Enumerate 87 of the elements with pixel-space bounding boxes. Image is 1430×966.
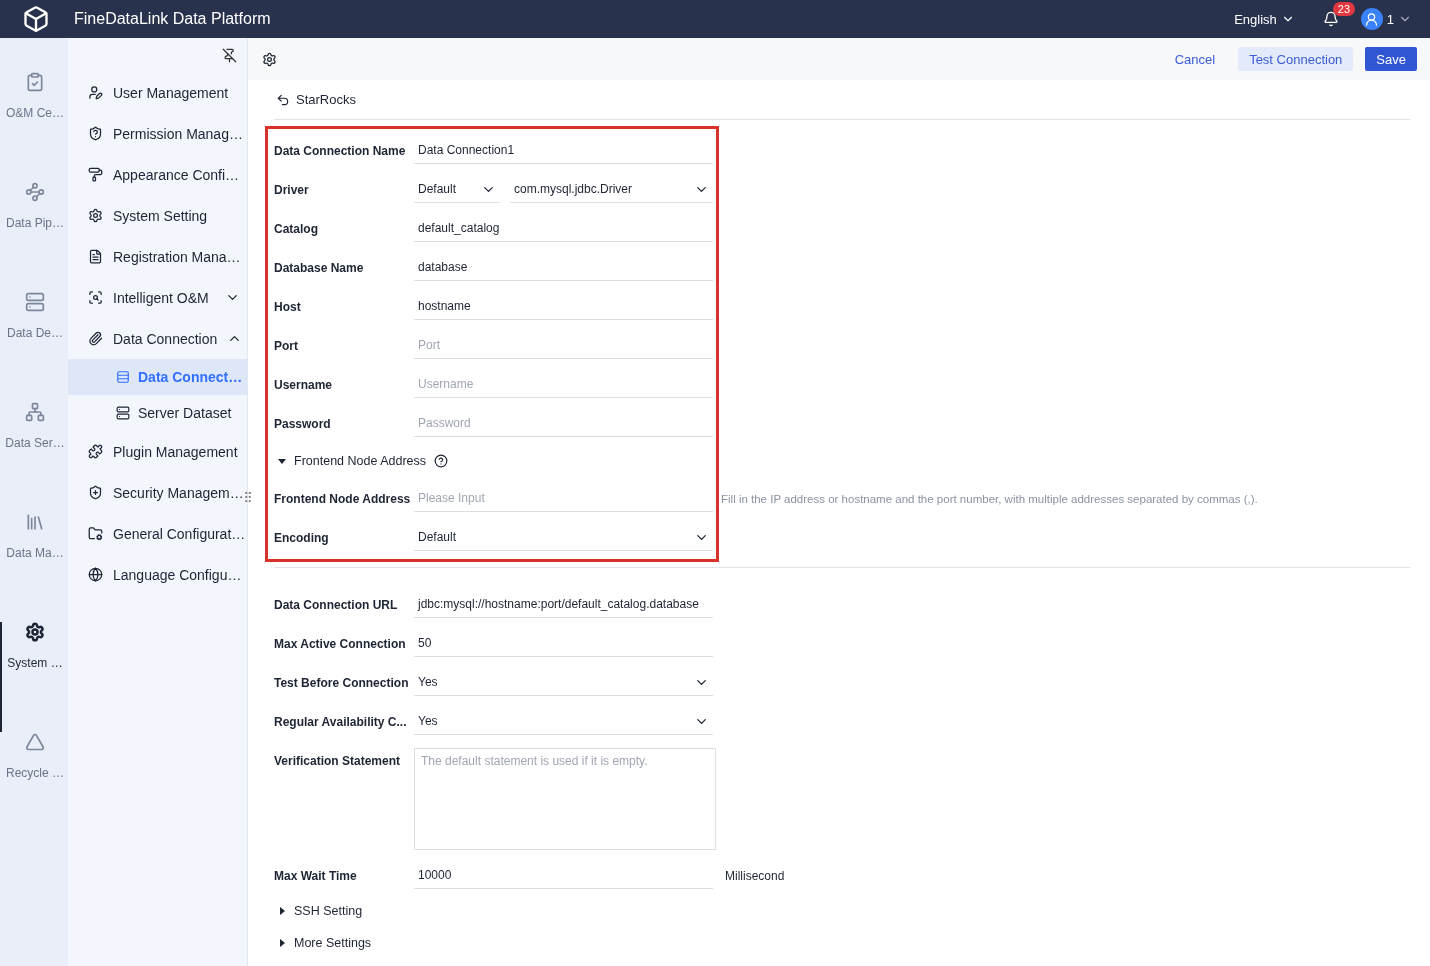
section-toggle[interactable]: SSH Setting	[294, 904, 363, 918]
breadcrumb: StarRocks	[296, 92, 356, 107]
server-icon	[116, 406, 130, 420]
pipeline-icon[interactable]	[25, 182, 45, 202]
section-toggle[interactable]: More Settings	[294, 936, 372, 950]
select-field[interactable]: Default	[414, 176, 500, 203]
paperclip-icon	[88, 331, 103, 346]
sidebar-item[interactable]: System Setting	[68, 195, 247, 236]
sidebar-item[interactable]: User Management	[68, 72, 247, 113]
action-button[interactable]: Save	[1365, 47, 1417, 71]
action-button[interactable]: Test Connection	[1238, 47, 1354, 71]
shield-icon	[88, 126, 103, 141]
field-label: Max Active Connection	[274, 636, 407, 651]
select-field[interactable]: Yes	[414, 708, 713, 735]
rail-label[interactable]: O&M Ce…	[6, 106, 64, 120]
section-toggle[interactable]: Frontend Node Address	[294, 454, 427, 468]
rail-label[interactable]: Data Pip…	[6, 216, 64, 230]
rail-label[interactable]: Recycle …	[6, 766, 64, 780]
unit-text: Millisecond	[725, 868, 785, 883]
back-icon[interactable]	[276, 92, 290, 107]
search-icon	[88, 290, 103, 305]
gear-icon	[88, 208, 103, 223]
input-field[interactable]: database	[414, 254, 713, 281]
paint-roller-icon	[88, 167, 103, 182]
input-field[interactable]: hostname	[414, 293, 713, 320]
field-label: Data Connection URL	[274, 597, 399, 612]
field-label: Driver	[274, 182, 310, 197]
select-field[interactable]: com.mysql.jdbc.Driver	[510, 176, 713, 203]
select-field[interactable]: Yes	[414, 669, 713, 696]
server-icon[interactable]	[25, 292, 45, 312]
avatar-icon[interactable]	[1360, 8, 1383, 30]
sidebar-item[interactable]: Security Managem…	[68, 472, 247, 513]
globe-icon	[88, 567, 103, 582]
bell-icon[interactable]	[1322, 11, 1339, 27]
language-selector[interactable]: English	[1234, 11, 1295, 27]
input-field[interactable]: jdbc:mysql://hostname:port/default_catalog.database	[414, 591, 713, 618]
sidebar-item[interactable]: Permission Manag…	[68, 113, 247, 154]
select-field[interactable]: Default	[414, 524, 713, 551]
field-label: Verification Statement	[274, 753, 402, 768]
field-label: Data Connection Name	[274, 143, 407, 158]
field-label: Encoding	[274, 530, 330, 545]
clipboard-icon[interactable]	[25, 72, 45, 92]
rail-label[interactable]: Data De…	[7, 326, 63, 340]
input-field[interactable]: 50	[414, 630, 713, 657]
notification-badge: 23	[1332, 2, 1355, 16]
input-field[interactable]: Data Connection1	[414, 137, 713, 164]
pin-icon[interactable]	[222, 47, 237, 63]
rows-icon	[116, 370, 130, 384]
field-label: Catalog	[274, 221, 319, 236]
field-label: Host	[274, 299, 302, 314]
sidebar-item[interactable]: Plugin Management	[68, 431, 247, 472]
field-label: Database Name	[274, 260, 365, 275]
rail-label[interactable]: System …	[7, 656, 63, 670]
sidebar-item[interactable]: Intelligent O&M	[68, 277, 247, 318]
app-title: FineDataLink Data Platform	[74, 10, 272, 28]
cancel-link[interactable]: Cancel	[1163, 47, 1227, 71]
sidebar-item[interactable]: Appearance Confi…	[68, 154, 247, 195]
field-label: Port	[274, 338, 299, 353]
sidebar-item[interactable]: Language Configu…	[68, 554, 247, 595]
puzzle-icon	[88, 444, 103, 459]
network-icon[interactable]	[25, 402, 45, 422]
sidebar-item[interactable]: Data Connection	[68, 318, 247, 359]
rail-label[interactable]: Data Ser…	[5, 436, 65, 450]
field-label: Regular Availability C...	[274, 714, 408, 729]
help-icon[interactable]	[434, 454, 449, 468]
library-icon[interactable]	[25, 512, 45, 532]
field-label: Frontend Node Address	[274, 491, 412, 506]
user-icon	[88, 85, 103, 100]
sidebar-item[interactable]: General Configurat…	[68, 513, 247, 554]
rail-label[interactable]: Data Ma…	[6, 546, 64, 560]
shield-plus-icon	[88, 485, 103, 500]
document-icon	[88, 249, 103, 264]
sidebar-item[interactable]: Registration Mana…	[68, 236, 247, 277]
field-label: Test Before Connection	[274, 675, 410, 690]
field-label: Max Wait Time	[274, 868, 358, 883]
field-label: Username	[274, 377, 334, 392]
field-label: Password	[274, 416, 332, 431]
folder-gear-icon	[88, 526, 103, 541]
settings-icon[interactable]	[262, 51, 277, 67]
hint-text: Fill in the IP address or hostname and the port number, with multiple addresses separated by commas (,).	[721, 492, 1258, 505]
sidebar-item[interactable]: Server Dataset	[68, 395, 247, 431]
logo-icon	[22, 5, 50, 33]
settings-icon[interactable]	[25, 622, 45, 642]
input-field[interactable]: 10000	[414, 862, 713, 889]
input-field[interactable]: default_catalog	[414, 215, 713, 242]
user-name[interactable]: 1	[1386, 11, 1394, 27]
triangle-icon[interactable]	[25, 732, 45, 752]
